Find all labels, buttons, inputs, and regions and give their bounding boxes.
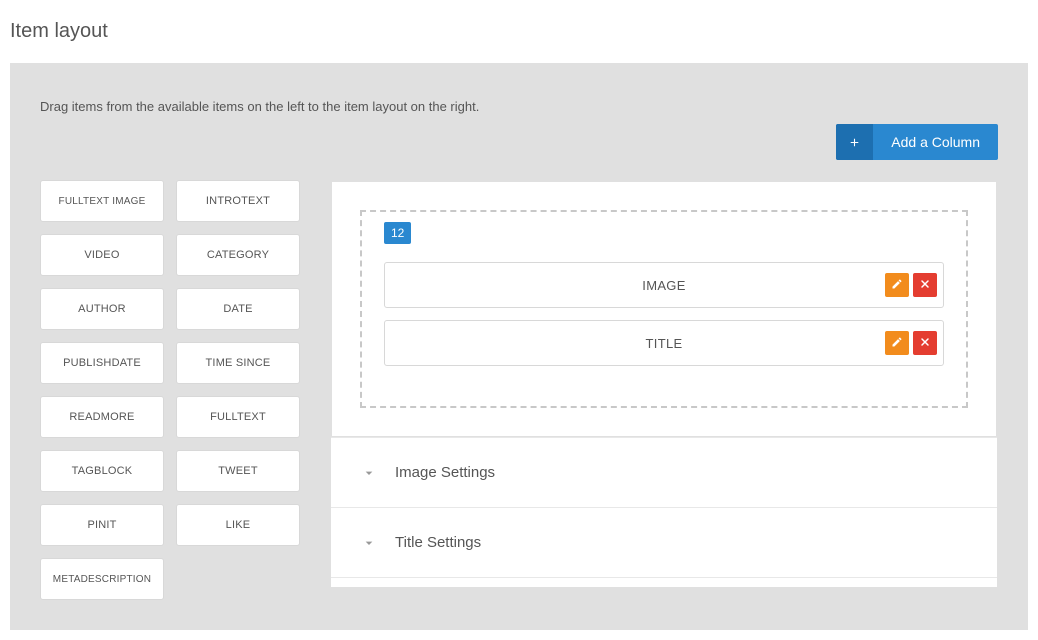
accordion-header-image-settings[interactable]: Image Settings xyxy=(331,438,997,507)
close-icon xyxy=(919,336,931,351)
available-item-fulltext[interactable]: FULLTEXT xyxy=(176,396,300,438)
available-item-metadescription[interactable]: METADESCRIPTION xyxy=(40,558,164,600)
remove-item-button[interactable] xyxy=(913,331,937,355)
plus-icon xyxy=(836,124,873,160)
item-layout-panel: Drag items from the available items on t… xyxy=(10,63,1028,630)
layout-item-title[interactable]: TITLE xyxy=(384,320,944,366)
available-item-time-since[interactable]: TIME SINCE xyxy=(176,342,300,384)
layout-drop-area: 12 IMAGE TITLE xyxy=(331,181,997,437)
chevron-down-icon xyxy=(361,535,377,551)
chevron-down-icon xyxy=(361,465,377,481)
available-item-category[interactable]: CATEGORY xyxy=(176,234,300,276)
pencil-icon xyxy=(891,336,903,351)
column-drop-zone[interactable]: 12 IMAGE TITLE xyxy=(360,210,968,408)
available-item-introtext[interactable]: INTROTEXT xyxy=(176,180,300,222)
available-item-readmore[interactable]: READMORE xyxy=(40,396,164,438)
available-item-fulltext-image[interactable]: FULLTEXT IMAGE xyxy=(40,180,164,222)
available-item-video[interactable]: VIDEO xyxy=(40,234,164,276)
available-item-author[interactable]: AUTHOR xyxy=(40,288,164,330)
available-item-pinit[interactable]: PINIT xyxy=(40,504,164,546)
available-item-date[interactable]: DATE xyxy=(176,288,300,330)
accordion-header-title-settings[interactable]: Title Settings xyxy=(331,508,997,577)
available-items-palette: FULLTEXT IMAGE INTROTEXT VIDEO CATEGORY AUTH… xyxy=(40,180,300,600)
add-column-label: Add a Column xyxy=(873,124,998,160)
edit-item-button[interactable] xyxy=(885,331,909,355)
available-item-tweet[interactable]: TWEET xyxy=(176,450,300,492)
accordion-title: Image Settings xyxy=(395,464,495,481)
layout-item-image[interactable]: IMAGE xyxy=(384,262,944,308)
layout-item-label: IMAGE xyxy=(642,278,685,293)
pencil-icon xyxy=(891,278,903,293)
page-title: Item layout xyxy=(10,10,1028,63)
remove-item-button[interactable] xyxy=(913,273,937,297)
available-item-tagblock[interactable]: TAGBLOCK xyxy=(40,450,164,492)
close-icon xyxy=(919,278,931,293)
layout-item-label: TITLE xyxy=(646,336,683,351)
accordion-title: Title Settings xyxy=(395,534,481,551)
available-item-publishdate[interactable]: PUBLISHDATE xyxy=(40,342,164,384)
add-column-button[interactable]: Add a Column xyxy=(836,124,998,160)
edit-item-button[interactable] xyxy=(885,273,909,297)
available-item-like[interactable]: LIKE xyxy=(176,504,300,546)
instructions-text: Drag items from the available items on t… xyxy=(40,99,998,114)
column-width-badge[interactable]: 12 xyxy=(384,222,411,244)
